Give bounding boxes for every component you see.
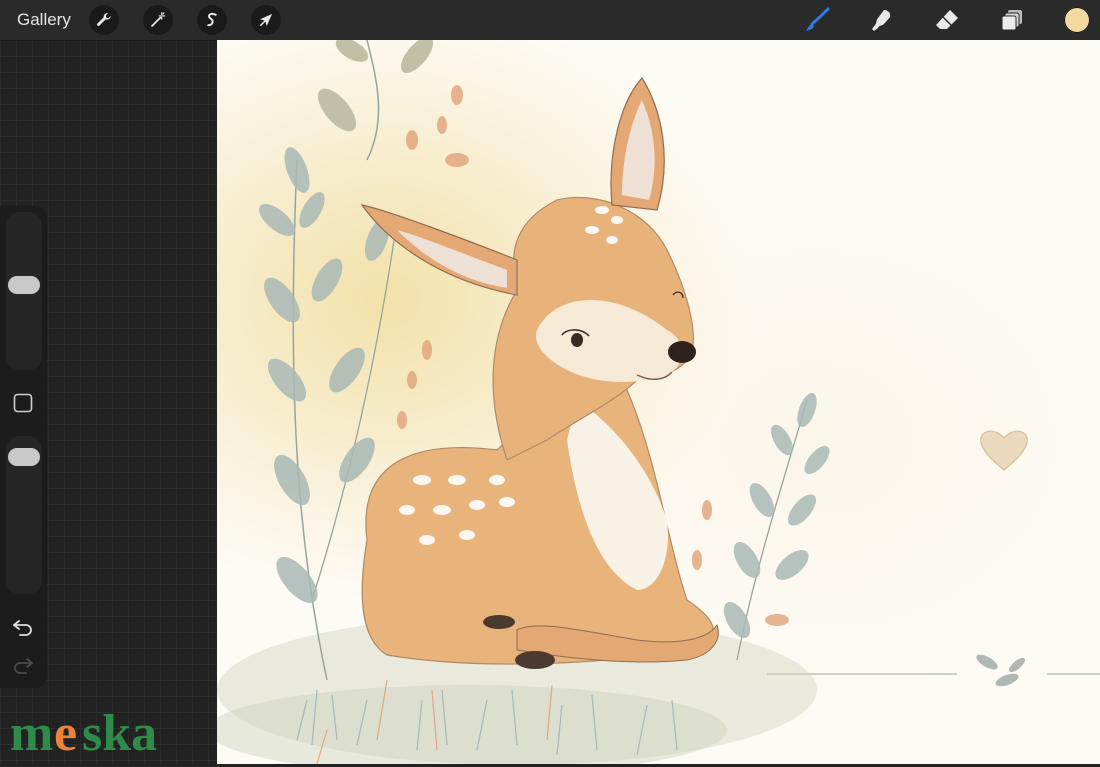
- eraser-tool-button[interactable]: [932, 5, 962, 35]
- redo-button[interactable]: [10, 654, 36, 676]
- left-sidebar: [0, 206, 47, 688]
- drawing-canvas[interactable]: [217, 40, 1100, 764]
- brush-icon: [806, 7, 830, 31]
- arrow-cursor-icon: [260, 14, 272, 26]
- wrench-icon: [97, 13, 111, 26]
- svg-text:m: m: [10, 706, 53, 762]
- magic-wand-icon: [151, 11, 166, 27]
- gallery-button[interactable]: Gallery: [17, 10, 71, 30]
- opacity-slider[interactable]: [6, 436, 42, 594]
- fawn-illustration: [217, 40, 1100, 764]
- smudge-finger-icon: [872, 10, 891, 31]
- brush-size-thumb[interactable]: [8, 275, 40, 294]
- brush-tool-button[interactable]: [802, 5, 832, 35]
- top-toolbar: Gallery: [0, 0, 1100, 41]
- undo-arrow-icon: [13, 620, 32, 636]
- transform-button[interactable]: [251, 5, 281, 35]
- redo-arrow-icon: [14, 658, 33, 674]
- selection-s-icon: [207, 12, 217, 27]
- actions-button[interactable]: [89, 5, 119, 35]
- svg-text:e: e: [54, 706, 77, 762]
- adjustments-button[interactable]: [143, 5, 173, 35]
- modify-button[interactable]: [12, 392, 34, 414]
- eraser-icon: [936, 10, 958, 29]
- square-icon: [13, 393, 33, 413]
- meska-logo-mark: m e ska: [10, 705, 157, 762]
- layers-button[interactable]: [997, 5, 1027, 35]
- brush-size-slider[interactable]: [6, 212, 42, 370]
- opacity-thumb[interactable]: [8, 448, 40, 467]
- layers-icon: [1001, 10, 1022, 31]
- smudge-tool-button[interactable]: [866, 5, 896, 35]
- meska-logo: m e ska: [10, 705, 180, 762]
- color-picker-button[interactable]: [1064, 7, 1090, 33]
- undo-button[interactable]: [10, 616, 36, 638]
- svg-text:ska: ska: [82, 706, 157, 762]
- selection-button[interactable]: [197, 5, 227, 35]
